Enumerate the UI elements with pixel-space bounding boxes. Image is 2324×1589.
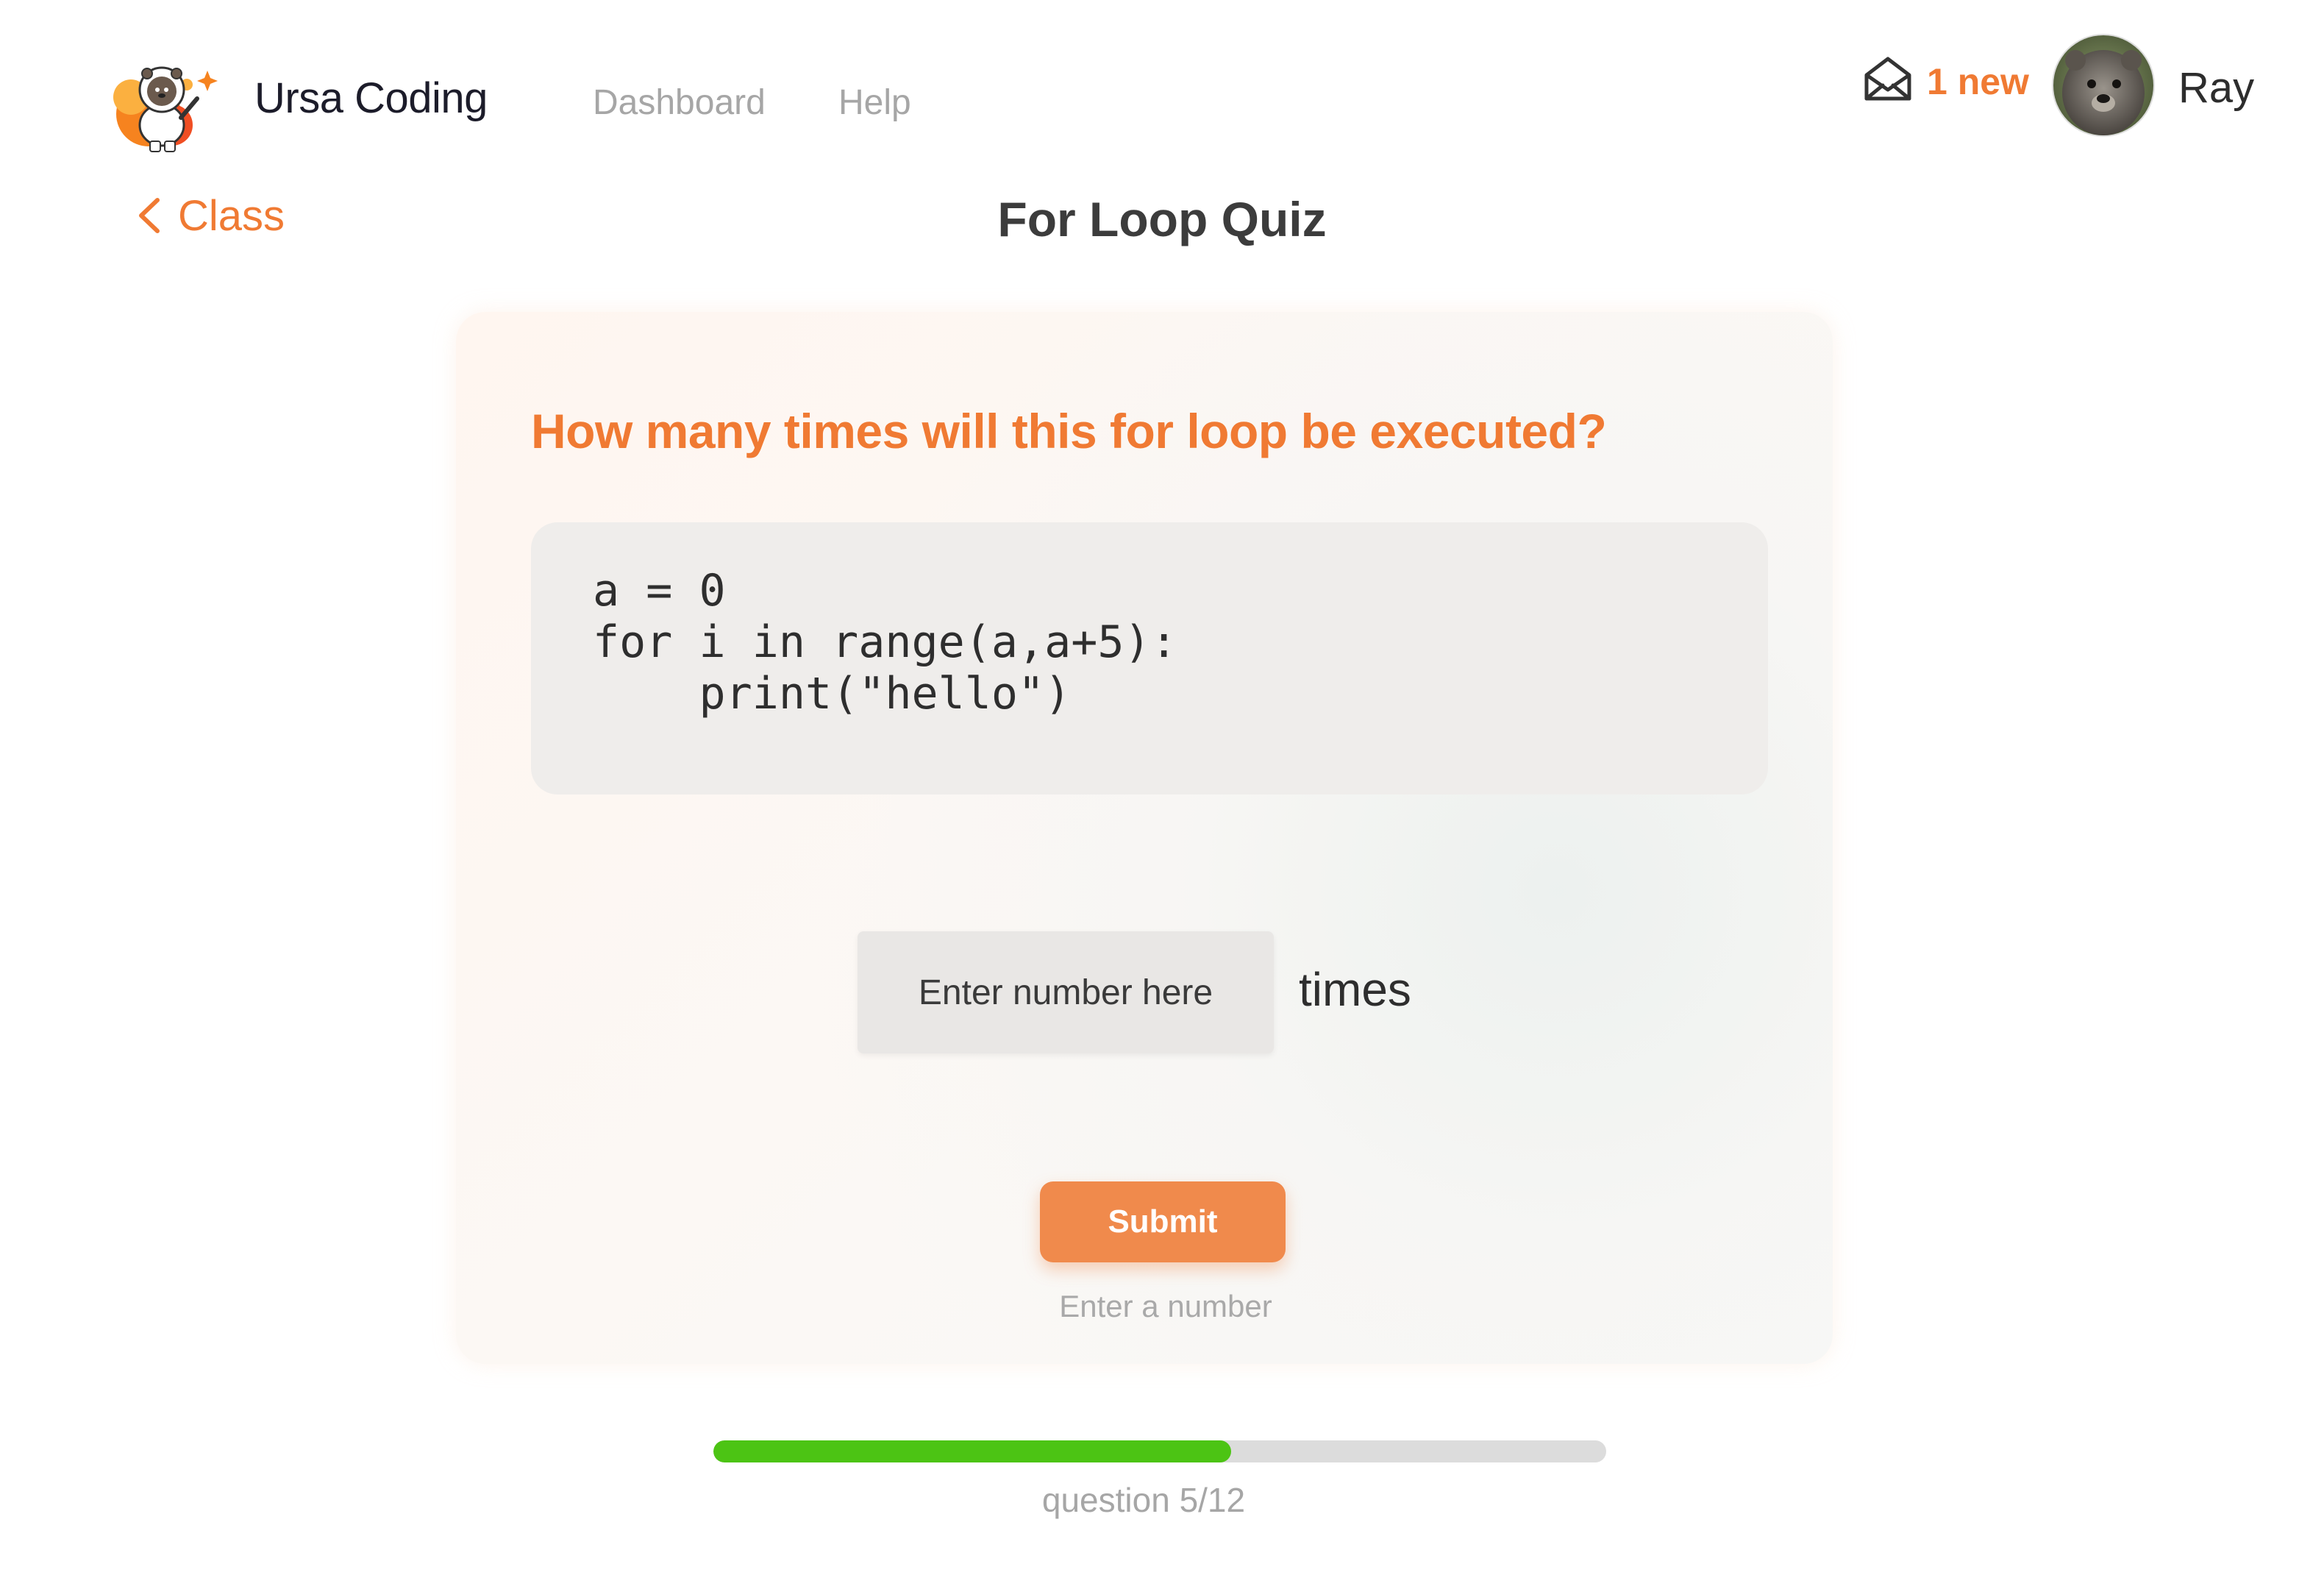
validation-hint: Enter a number <box>1059 1289 1272 1323</box>
quiz-page: Ursa Coding Dashboard Help 1 new Ray Cla… <box>0 0 2324 1589</box>
nav-help[interactable]: Help <box>838 82 911 123</box>
brand-name[interactable]: Ursa Coding <box>254 74 488 123</box>
code-line: a = 0 <box>593 565 726 616</box>
code-line: for i in range(a,a+5): <box>593 616 1177 668</box>
notification-count[interactable]: 1 new <box>1927 60 2029 103</box>
mail-icon[interactable] <box>1862 53 1914 104</box>
submit-button[interactable]: Submit <box>1040 1181 1286 1262</box>
answer-input[interactable] <box>858 931 1274 1053</box>
answer-unit-label: times <box>1299 963 1411 1016</box>
nav-dashboard[interactable]: Dashboard <box>593 82 766 123</box>
page-title: For Loop Quiz <box>997 192 1327 246</box>
progress-label: question 5/12 <box>1041 1481 1246 1519</box>
progress-bar <box>713 1440 1606 1462</box>
code-line: print("hello") <box>593 668 1072 719</box>
user-avatar[interactable] <box>2053 35 2153 135</box>
user-name[interactable]: Ray <box>2178 63 2254 113</box>
astronaut-bear-logo-icon[interactable] <box>104 44 222 154</box>
progress-fill <box>713 1440 1232 1462</box>
question-text: How many times will this for loop be exe… <box>531 404 1607 458</box>
